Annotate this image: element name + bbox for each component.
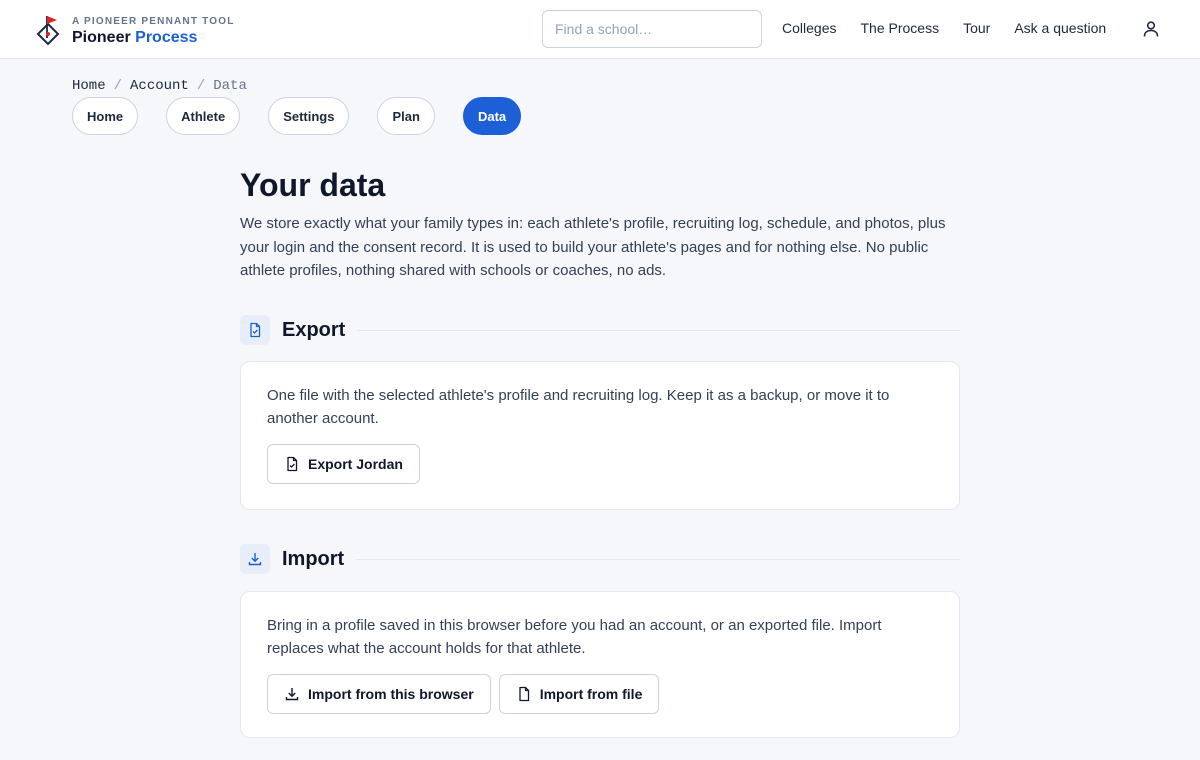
import-title: Import: [282, 547, 345, 570]
main-nav: Colleges The Process Tour Ask a question: [782, 20, 1130, 36]
import-file-label: Import from file: [539, 686, 643, 702]
page-intro: We store exactly what your family types …: [240, 215, 946, 279]
export-button-label: Export Jordan: [308, 456, 403, 472]
pennant-logo-icon: [36, 16, 60, 46]
brand-name-accent: Process: [135, 28, 198, 46]
brand-kicker: A PIONEER PENNANT TOOL: [72, 15, 235, 27]
tab-settings[interactable]: Settings: [268, 97, 350, 135]
export-title: Export: [282, 318, 346, 341]
import-from-file-button[interactable]: Import from file: [498, 674, 660, 714]
export-card: One file with the selected athlete's pro…: [240, 361, 960, 510]
page-title: Your data: [240, 167, 386, 203]
breadcrumb-account[interactable]: Account: [130, 78, 189, 94]
import-card: Bring in a profile saved in this browser…: [240, 591, 960, 738]
nav-ask-a-question[interactable]: Ask a question: [1014, 20, 1106, 36]
account-tabs: Home Athlete Settings Plan Data: [72, 97, 549, 135]
breadcrumb-separator: /: [196, 78, 206, 94]
breadcrumb-current: Data: [213, 78, 247, 94]
file-icon: [519, 686, 529, 702]
section-divider: [357, 329, 960, 331]
download-icon: [285, 688, 299, 701]
school-search-input[interactable]: [542, 10, 762, 48]
nav-tour[interactable]: Tour: [963, 20, 990, 36]
file-check-icon: [287, 456, 298, 472]
import-description: Bring in a profile saved in this browser…: [267, 617, 882, 657]
import-from-browser-button[interactable]: Import from this browser: [267, 674, 491, 714]
tab-data[interactable]: Data: [462, 97, 522, 135]
import-section-header: Import: [240, 544, 960, 574]
breadcrumb-separator: /: [113, 78, 123, 94]
brand-name-primary: Pioneer: [72, 28, 131, 46]
tab-plan[interactable]: Plan: [377, 97, 435, 135]
download-icon: [240, 544, 270, 574]
section-divider: [356, 558, 960, 560]
main-content: Your data We store exactly what your fam…: [240, 166, 960, 283]
nav-colleges[interactable]: Colleges: [782, 20, 836, 36]
breadcrumb-home[interactable]: Home: [72, 78, 106, 94]
file-check-icon: [240, 315, 270, 345]
nav-the-process[interactable]: The Process: [860, 20, 939, 36]
import-browser-label: Import from this browser: [308, 686, 474, 702]
export-section-header: Export: [240, 315, 960, 345]
brand-name: Pioneer Process: [72, 29, 235, 47]
tab-home[interactable]: Home: [72, 97, 139, 135]
user-icon[interactable]: [1142, 20, 1160, 38]
tab-athlete[interactable]: Athlete: [166, 97, 241, 135]
export-jordan-button[interactable]: Export Jordan: [267, 444, 420, 484]
brand[interactable]: A PIONEER PENNANT TOOL Pioneer Process: [34, 14, 235, 48]
breadcrumb: Home / Account / Data: [72, 78, 247, 94]
export-description: One file with the selected athlete's pro…: [267, 387, 890, 427]
top-bar: A PIONEER PENNANT TOOL Pioneer Process C…: [0, 0, 1200, 59]
